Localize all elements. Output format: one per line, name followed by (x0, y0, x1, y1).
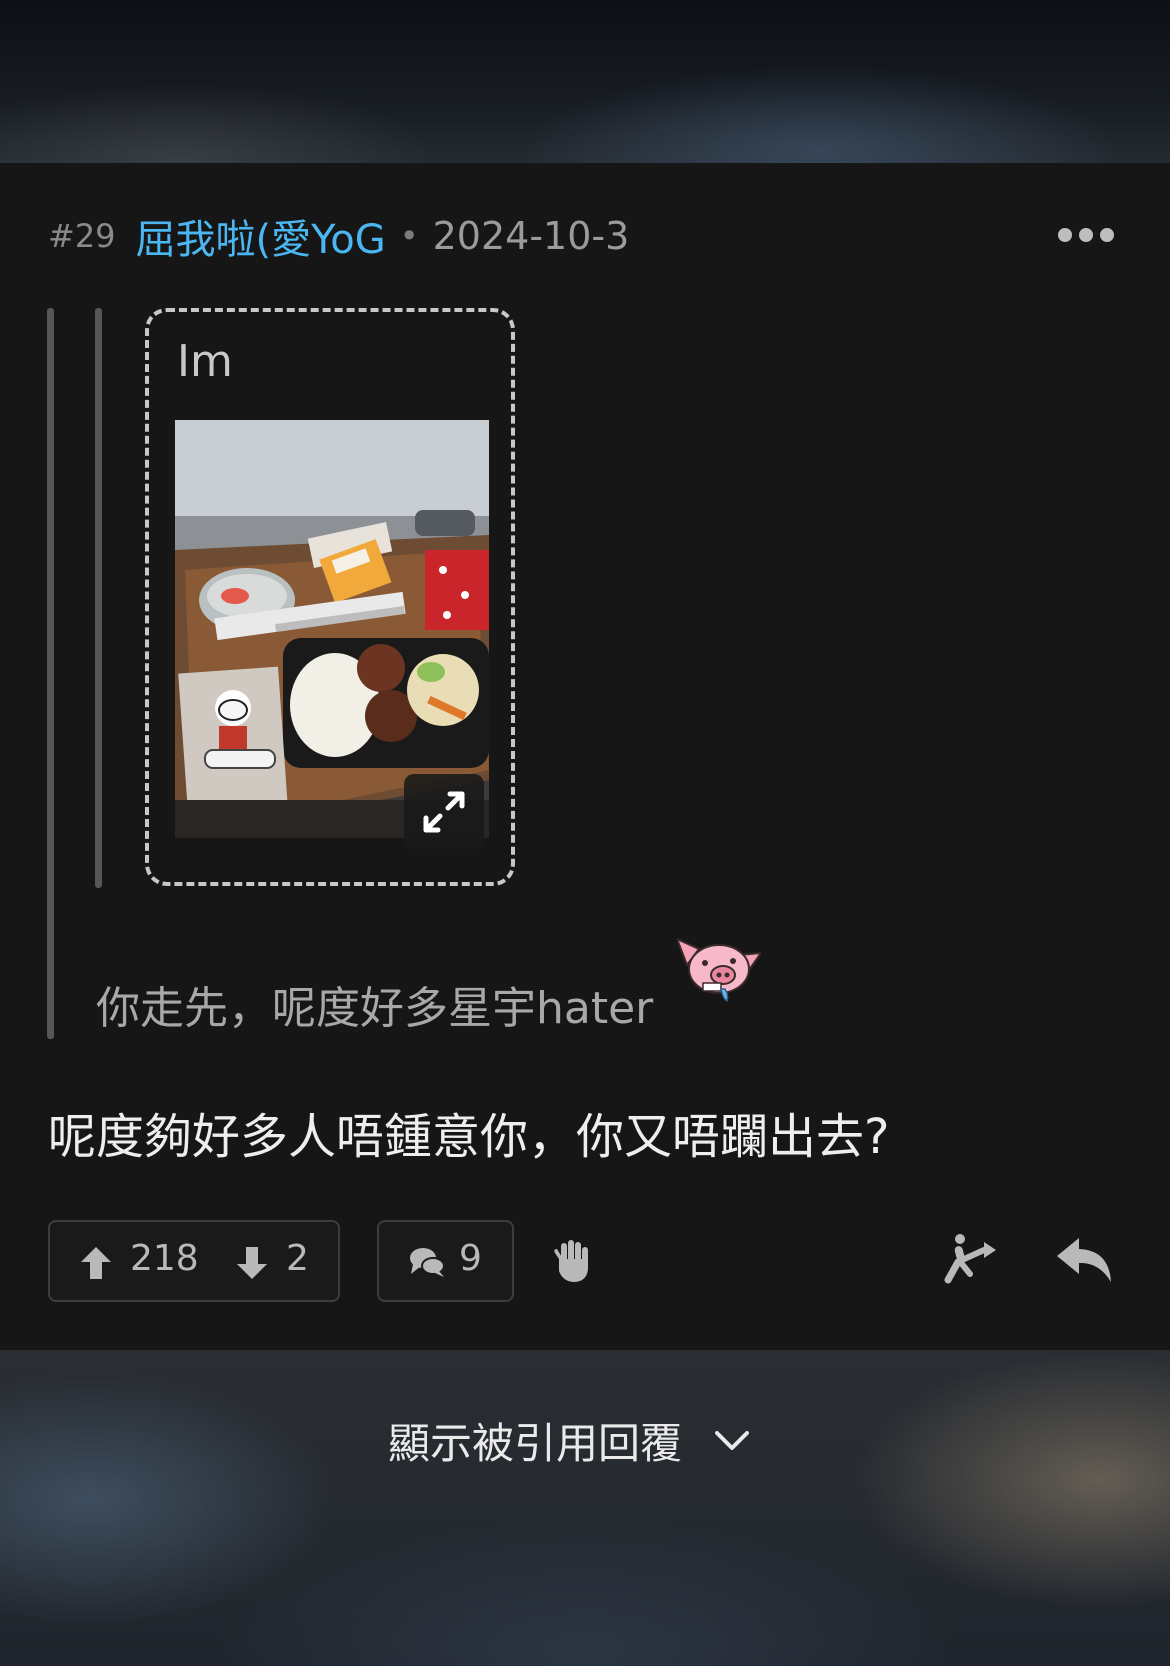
reply-count-button[interactable]: 9 (377, 1220, 514, 1302)
background-bottom (0, 1350, 1170, 1666)
show-quoted-replies-button[interactable]: 顯示被引用回覆 (388, 1410, 750, 1471)
header-separator: • (399, 217, 419, 255)
expand-icon (423, 791, 465, 833)
more-dot (1079, 228, 1093, 242)
image-card-title: Im (177, 336, 233, 387)
share-icon[interactable] (944, 1234, 998, 1284)
upvote-count: 218 (130, 1238, 199, 1279)
post-number: #29 (48, 217, 116, 255)
upvote-arrow-icon[interactable] (80, 1246, 112, 1280)
post-date: 2024-10-3 (432, 214, 630, 258)
vote-box: 218 2 (48, 1220, 340, 1302)
reply-icon[interactable] (1055, 1236, 1115, 1284)
pig-sticker (677, 937, 761, 1003)
more-dot (1100, 228, 1114, 242)
downvote-arrow-icon[interactable] (236, 1246, 268, 1280)
quote-bar-inner (95, 308, 102, 888)
post-header: #29 屈我啦(愛YoG • 2024-10-3 (48, 206, 629, 266)
expand-button[interactable] (404, 774, 484, 850)
hand-icon[interactable] (553, 1239, 591, 1283)
post-content: 呢度夠好多人唔鍾意你，你又唔躝出去? (48, 1109, 890, 1165)
quoted-text: 你走先，呢度好多星宇hater (96, 983, 654, 1034)
quote-bar-outer (47, 308, 54, 1039)
downvote-count: 2 (286, 1238, 309, 1279)
reply-count: 9 (459, 1238, 482, 1279)
more-dot (1058, 228, 1072, 242)
more-icon[interactable] (1058, 220, 1114, 250)
comment-icon (410, 1248, 445, 1277)
image-card[interactable]: Im (145, 308, 515, 886)
username-link[interactable]: 屈我啦(愛YoG (136, 207, 386, 265)
chevron-down-icon (715, 1430, 750, 1450)
show-quoted-replies-label: 顯示被引用回覆 (388, 1419, 683, 1468)
background-top (0, 0, 1170, 163)
